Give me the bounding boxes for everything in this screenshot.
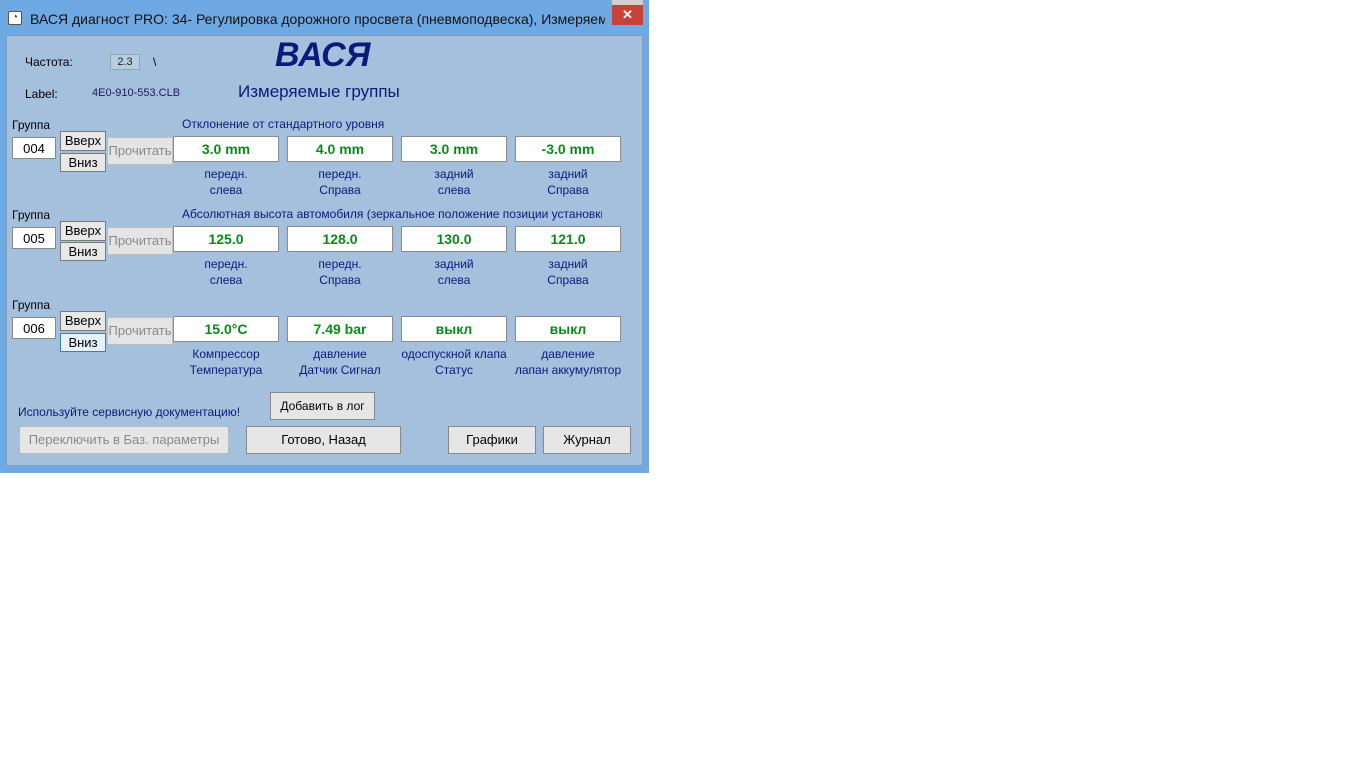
field-caption: передн. слева (204, 257, 248, 287)
group-up-button[interactable]: Вверх (60, 131, 106, 151)
measuring-groups-panel: Частота: 2.3 \ Label: 4E0-910-553.CLB ВА… (6, 35, 643, 466)
group-number-input[interactable]: 004 (12, 137, 56, 159)
value-field: 128.0 (287, 226, 393, 252)
app-window: ◔ ВАСЯ диагност PRO: 34- Регулировка дор… (0, 0, 649, 473)
done-back-button[interactable]: Готово, Назад (246, 426, 401, 454)
group-down-button[interactable]: Вниз (60, 153, 106, 172)
value-field: 4.0 mm (287, 136, 393, 162)
journal-button[interactable]: Журнал (543, 426, 631, 454)
field-caption: передн. слева (204, 167, 248, 197)
group-down-button[interactable]: Вниз (60, 333, 106, 352)
title-bar[interactable]: ◔ ВАСЯ диагност PRO: 34- Регулировка дор… (0, 0, 649, 33)
field-caption: задний слева (434, 167, 474, 197)
field-caption: задний Справа (547, 257, 589, 287)
add-to-log-button[interactable]: Добавить в лог (270, 392, 375, 420)
service-docs-hint: Используйте сервисную документацию! (18, 405, 241, 419)
field-caption: задний слева (434, 257, 474, 287)
value-field: 130.0 (401, 226, 507, 252)
value-field: 3.0 mm (173, 136, 279, 162)
label-file-name: 4E0-910-553.CLB (92, 87, 181, 99)
window-title: ВАСЯ диагност PRO: 34- Регулировка дорож… (30, 11, 605, 27)
frequency-label: Частота: (25, 55, 73, 69)
field-caption: одоспускной клапа Статус (401, 347, 507, 377)
field-caption: передн. Справа (318, 167, 362, 197)
app-icon[interactable]: ◔ (8, 11, 22, 25)
group-label: Группа (12, 208, 51, 222)
page-subtitle: Измеряемые группы (238, 82, 400, 101)
switch-basic-settings-button[interactable]: Переключить в Баз. параметры (19, 426, 229, 454)
frequency-value: 2.3 (110, 54, 140, 70)
field-caption: давление Датчик Сигнал (299, 347, 381, 377)
group-title: Абсолютная высота автомобиля (зеркальное… (182, 207, 602, 221)
graphs-button[interactable]: Графики (448, 426, 536, 454)
group-up-button[interactable]: Вверх (60, 221, 106, 241)
value-field: 3.0 mm (401, 136, 507, 162)
field-caption: передн. Справа (318, 257, 362, 287)
group-read-button[interactable]: Прочитать (107, 227, 173, 255)
activity-indicator: \ (153, 55, 157, 69)
group-up-button[interactable]: Вверх (60, 311, 106, 331)
label-caption: Label: (25, 87, 58, 101)
field-caption: задний Справа (547, 167, 589, 197)
field-caption: давление лапан аккумулятор (514, 347, 622, 377)
group-read-button[interactable]: Прочитать (107, 317, 173, 345)
value-field: выкл (401, 316, 507, 342)
group-number-input[interactable]: 006 (12, 317, 56, 339)
value-field: выкл (515, 316, 621, 342)
group-label: Группа (12, 298, 51, 312)
close-button[interactable]: ✕ (612, 5, 643, 25)
value-field: 125.0 (173, 226, 279, 252)
group-number-input[interactable]: 005 (12, 227, 56, 249)
group-down-button[interactable]: Вниз (60, 242, 106, 261)
group-read-button[interactable]: Прочитать (107, 137, 173, 165)
value-field: 121.0 (515, 226, 621, 252)
brand-logo-text: ВАСЯ (275, 36, 371, 74)
group-label: Группа (12, 118, 51, 132)
value-field: -3.0 mm (515, 136, 621, 162)
value-field: 7.49 bar (287, 316, 393, 342)
field-caption: Компрессор Температура (189, 347, 263, 377)
value-field: 15.0°C (173, 316, 279, 342)
group-title: Отклонение от стандартного уровня (182, 117, 385, 131)
